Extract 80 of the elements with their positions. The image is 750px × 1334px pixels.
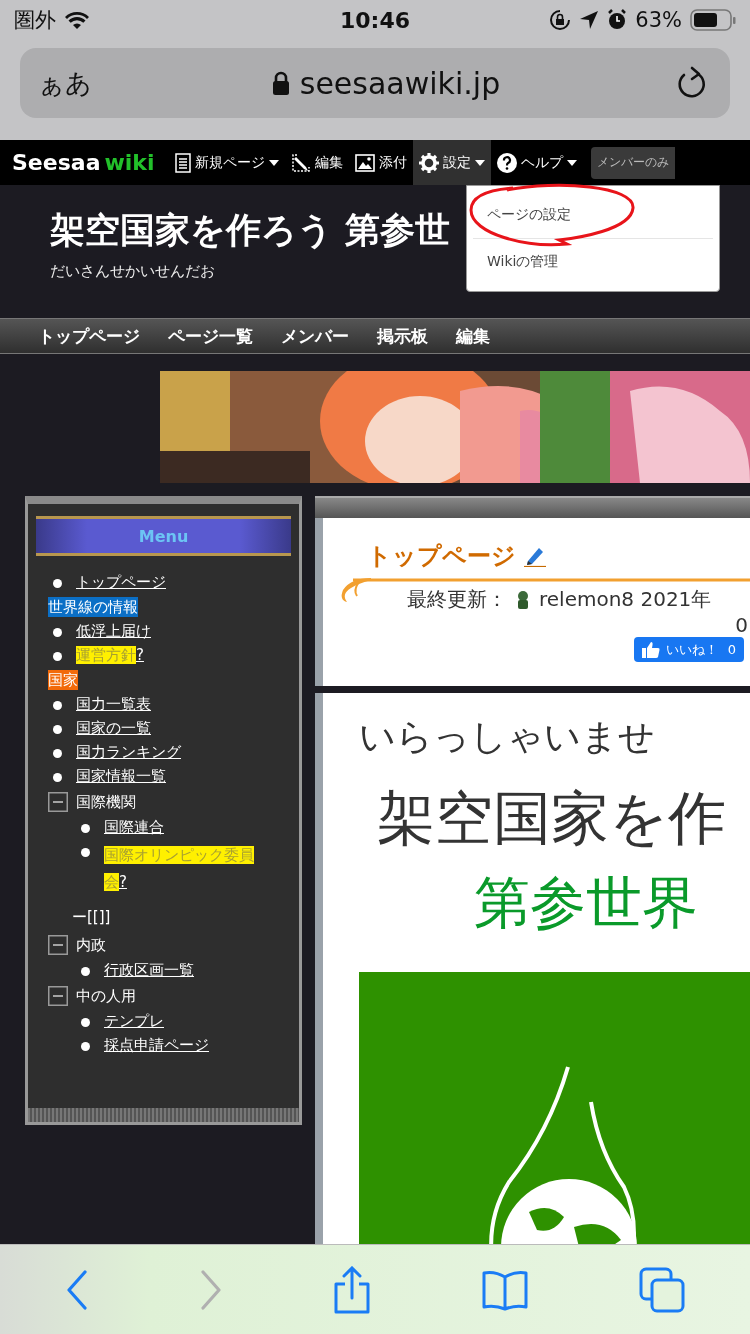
bullet-dot bbox=[81, 848, 90, 857]
text-size-button[interactable]: ぁあ bbox=[34, 61, 96, 105]
menu-heading: 世界線の情報 bbox=[48, 597, 138, 617]
bullet-dot bbox=[53, 725, 62, 734]
clock-text: 10:46 bbox=[339, 7, 411, 33]
updated-date-text: 0 bbox=[735, 613, 748, 637]
edit-icon bbox=[290, 152, 311, 173]
location-icon bbox=[579, 10, 600, 30]
nav-link[interactable]: メンバー bbox=[281, 324, 349, 348]
image-icon bbox=[354, 153, 375, 172]
member-button[interactable]: メンバーのみ bbox=[590, 146, 675, 179]
nav-link[interactable]: トップページ bbox=[38, 324, 140, 348]
menu-link[interactable]: 低浮上届け bbox=[76, 622, 151, 641]
menu-link[interactable]: 国家の一覧 bbox=[76, 719, 151, 738]
user-avatar-icon bbox=[515, 589, 531, 610]
menu-link[interactable]: 採点申請ページ bbox=[104, 1036, 209, 1055]
bullet-dot bbox=[81, 824, 90, 833]
menu-title: Menu bbox=[36, 516, 291, 556]
menu-link[interactable]: 国力一覧表 bbox=[76, 695, 151, 714]
menu-link[interactable]: 行政区画一覧 bbox=[104, 961, 194, 980]
collapse-toggle-icon[interactable] bbox=[48, 792, 68, 812]
like-button[interactable]: いいね！ 0 bbox=[633, 637, 744, 662]
dropdown-item[interactable]: Wikiの管理 bbox=[467, 241, 719, 283]
battery-percent-text: 63% bbox=[635, 8, 682, 32]
menu-text: ー[[]] bbox=[72, 908, 111, 926]
toolbar-menu-button[interactable]: 設定 bbox=[412, 140, 491, 185]
thumbs-up-icon bbox=[641, 641, 660, 658]
collapse-toggle-icon[interactable] bbox=[48, 935, 68, 955]
orientation-lock-icon bbox=[549, 9, 572, 31]
toolbar-menu-button[interactable]: 新規ページ bbox=[168, 140, 285, 185]
address-bar[interactable]: ぁあ seesaawiki.jp bbox=[20, 48, 730, 118]
reload-icon[interactable] bbox=[676, 66, 708, 100]
menu-link[interactable]: 国家情報一覧 bbox=[76, 767, 166, 786]
menu-link[interactable]: 国際連合 bbox=[104, 818, 164, 837]
toolbar-menu-button[interactable]: 編集 bbox=[284, 140, 349, 185]
bullet-dot bbox=[53, 773, 62, 782]
nav-link[interactable]: 編集 bbox=[456, 324, 490, 348]
lock-icon bbox=[271, 70, 290, 96]
bullet-dot bbox=[53, 579, 62, 588]
nav-link[interactable]: ページ一覧 bbox=[168, 324, 253, 348]
bullet-dot bbox=[53, 628, 62, 637]
bullet-dot bbox=[81, 967, 90, 976]
menu-folder-label[interactable]: 中の人用 bbox=[76, 986, 136, 1006]
bookmarks-icon[interactable] bbox=[481, 1268, 529, 1311]
updated-by-text: relemon8 2021年 bbox=[539, 586, 712, 613]
menu-link[interactable]: トップページ bbox=[76, 573, 166, 592]
bullet-dot bbox=[53, 652, 62, 661]
collapse-toggle-icon[interactable] bbox=[48, 986, 68, 1006]
toolbar-menu-button[interactable]: 添付 bbox=[348, 140, 413, 185]
share-icon[interactable] bbox=[333, 1265, 371, 1314]
back-icon[interactable] bbox=[65, 1269, 89, 1310]
battery-icon bbox=[690, 9, 736, 31]
menu-folder-label[interactable]: 内政 bbox=[76, 935, 106, 955]
page-heading: 架空国家を作 bbox=[377, 783, 727, 854]
updated-label: 最終更新： bbox=[407, 586, 507, 613]
toolbar-menu-button[interactable]: ヘルプ bbox=[490, 140, 583, 185]
dropdown-item[interactable]: ページの設定 bbox=[467, 194, 719, 236]
menu-link[interactable]: テンプレ bbox=[104, 1012, 164, 1031]
site-logo[interactable]: Seesaa wiki bbox=[12, 150, 155, 175]
menu-folder-label[interactable]: 国際機関 bbox=[76, 792, 136, 812]
menu-heading: 国家 bbox=[48, 670, 78, 690]
settings-icon bbox=[418, 152, 439, 173]
bullet-dot bbox=[81, 1042, 90, 1051]
url-text: seesaawiki.jp bbox=[299, 65, 501, 101]
pencil-icon[interactable] bbox=[524, 545, 546, 567]
help-icon bbox=[496, 152, 517, 173]
alarm-icon bbox=[607, 9, 628, 31]
bullet-dot bbox=[53, 749, 62, 758]
bullet-dot bbox=[81, 1018, 90, 1027]
nav-link[interactable]: 掲示板 bbox=[377, 324, 428, 348]
menu-link[interactable]: 国力ランキング bbox=[76, 743, 181, 762]
bullet-dot bbox=[53, 701, 62, 710]
carrier-text: 圏外 bbox=[14, 7, 56, 34]
tabs-icon[interactable] bbox=[639, 1266, 685, 1313]
site-title: 架空国家を作ろう 第参世 bbox=[50, 209, 451, 252]
page-title: トップページ bbox=[367, 541, 516, 572]
document-icon bbox=[174, 152, 191, 173]
wifi-icon bbox=[64, 10, 90, 30]
welcome-text: いらっしゃいませ bbox=[359, 715, 656, 759]
page-subheading: 第参世界 bbox=[474, 869, 699, 937]
